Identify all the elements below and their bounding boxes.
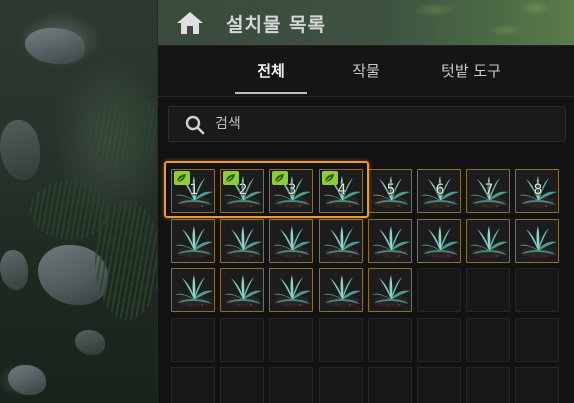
inventory-slot[interactable] <box>220 268 264 312</box>
teal-plant-icon <box>224 226 262 258</box>
panel-title: 설치물 목록 <box>226 14 327 36</box>
rock <box>8 365 46 395</box>
empty-slot[interactable] <box>319 318 363 362</box>
inventory-slot[interactable] <box>220 219 264 263</box>
teal-plant-icon <box>323 226 361 258</box>
empty-slot[interactable] <box>417 318 461 362</box>
home-icon[interactable] <box>176 11 204 35</box>
slot-number: 6 <box>435 182 445 198</box>
teal-plant-icon <box>273 275 311 307</box>
teal-plant-icon <box>372 226 410 258</box>
inventory-slot[interactable] <box>466 219 510 263</box>
active-tab-indicator <box>235 92 307 94</box>
divider <box>158 96 574 97</box>
teal-plant-icon <box>372 275 410 307</box>
empty-slot[interactable] <box>466 367 510 403</box>
empty-slot[interactable] <box>515 367 559 403</box>
empty-slot[interactable] <box>368 318 412 362</box>
teal-plant-icon <box>224 275 262 307</box>
inventory-slot[interactable] <box>515 219 559 263</box>
tab-crops[interactable]: 작물 <box>330 60 402 94</box>
teal-plant-icon <box>421 226 459 258</box>
game-world-background <box>0 0 160 403</box>
inventory-slot[interactable] <box>417 219 461 263</box>
empty-slot[interactable] <box>417 367 461 403</box>
rock <box>0 250 28 290</box>
empty-slot[interactable] <box>220 318 264 362</box>
rock <box>75 330 105 355</box>
empty-slot[interactable] <box>269 318 313 362</box>
rock <box>25 28 85 64</box>
inventory-slot[interactable]: 6 <box>417 169 461 213</box>
teal-plant-icon <box>175 226 213 258</box>
slot-number: 8 <box>533 182 543 198</box>
empty-slot[interactable] <box>220 367 264 403</box>
inventory-slot[interactable] <box>319 219 363 263</box>
slot-number: 5 <box>386 182 396 198</box>
empty-slot[interactable] <box>269 367 313 403</box>
inventory-slot[interactable]: 7 <box>466 169 510 213</box>
slot-number: 7 <box>484 182 494 198</box>
grass <box>95 200 160 320</box>
tab-all[interactable]: 전체 <box>235 60 307 94</box>
search-icon <box>185 115 205 135</box>
header-decoration <box>395 0 555 45</box>
inventory-slot[interactable] <box>269 268 313 312</box>
inventory-slot[interactable] <box>368 268 412 312</box>
selection-highlight <box>164 161 369 218</box>
empty-slot[interactable] <box>368 367 412 403</box>
inventory-slot[interactable]: 8 <box>515 169 559 213</box>
empty-slot[interactable] <box>466 268 510 312</box>
teal-plant-icon <box>519 226 557 258</box>
empty-slot[interactable] <box>515 318 559 362</box>
search-box[interactable] <box>168 106 566 142</box>
rock <box>0 120 40 180</box>
inventory-slot[interactable] <box>171 268 215 312</box>
teal-plant-icon <box>470 226 508 258</box>
grass <box>90 90 160 170</box>
inventory-slot[interactable] <box>269 219 313 263</box>
tab-garden-tools[interactable]: 텃밭 도구 <box>416 60 526 94</box>
empty-slot[interactable] <box>319 367 363 403</box>
inventory-slot[interactable] <box>368 219 412 263</box>
teal-plant-icon <box>175 275 213 307</box>
empty-slot[interactable] <box>515 268 559 312</box>
inventory-slot[interactable] <box>171 219 215 263</box>
search-input[interactable] <box>215 107 545 141</box>
empty-slot[interactable] <box>171 367 215 403</box>
teal-plant-icon <box>273 226 311 258</box>
empty-slot[interactable] <box>466 318 510 362</box>
inventory-slot[interactable] <box>319 268 363 312</box>
inventory-slot[interactable]: 5 <box>368 169 412 213</box>
tab-bar: 전체 작물 텃밭 도구 <box>158 46 574 96</box>
empty-slot[interactable] <box>171 318 215 362</box>
panel-header: 설치물 목록 <box>158 0 574 46</box>
empty-slot[interactable] <box>417 268 461 312</box>
teal-plant-icon <box>323 275 361 307</box>
